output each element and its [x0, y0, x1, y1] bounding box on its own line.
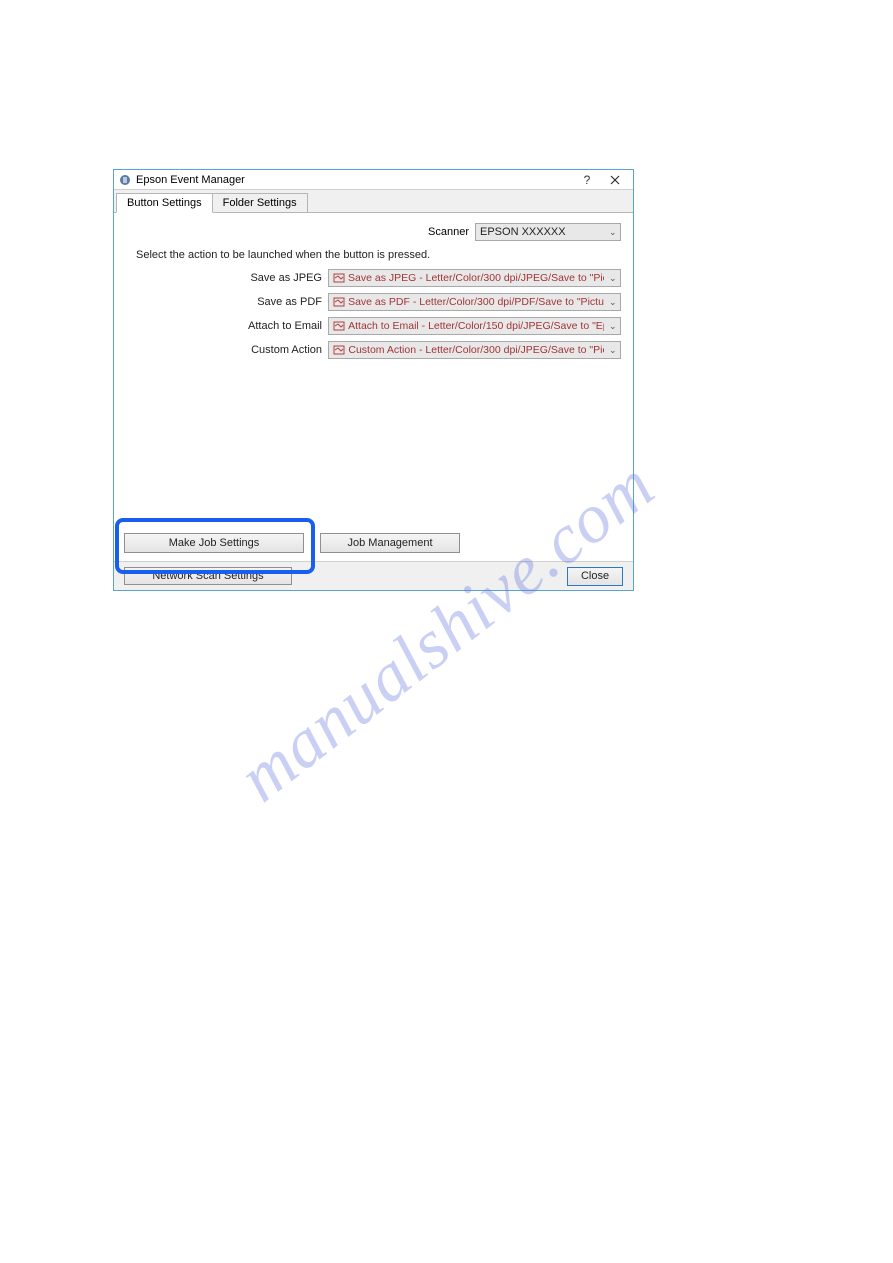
make-job-settings-button[interactable]: Make Job Settings — [124, 533, 304, 553]
event-manager-window: Epson Event Manager ? Button Settings Fo… — [113, 169, 634, 591]
window-title: Epson Event Manager — [136, 174, 573, 186]
dropdown-save-as-jpeg[interactable]: Save as JPEG - Letter/Color/300 dpi/JPEG… — [328, 269, 621, 287]
value-save-as-pdf: Save as PDF - Letter/Color/300 dpi/PDF/S… — [348, 296, 604, 308]
scan-icon — [333, 272, 345, 284]
job-management-button[interactable]: Job Management — [320, 533, 460, 553]
scan-icon — [333, 296, 345, 308]
scan-icon — [333, 344, 345, 356]
close-window-button[interactable] — [601, 171, 629, 189]
dropdown-save-as-pdf[interactable]: Save as PDF - Letter/Color/300 dpi/PDF/S… — [328, 293, 621, 311]
tab-folder-settings[interactable]: Folder Settings — [213, 193, 308, 213]
window-footer: Network Scan Settings Close — [114, 561, 633, 590]
dropdown-attach-to-email[interactable]: Attach to Email - Letter/Color/150 dpi/J… — [328, 317, 621, 335]
tab-bar: Button Settings Folder Settings — [114, 190, 633, 212]
label-attach-to-email: Attach to Email — [128, 320, 328, 332]
value-save-as-jpeg: Save as JPEG - Letter/Color/300 dpi/JPEG… — [348, 272, 604, 284]
scanner-row: Scanner EPSON XXXXXX ⌄ — [126, 223, 621, 241]
scanner-value: EPSON XXXXXX — [480, 226, 566, 238]
chevron-down-icon: ⌄ — [609, 273, 617, 281]
scan-icon — [333, 320, 345, 332]
label-save-as-jpeg: Save as JPEG — [128, 272, 328, 284]
app-icon — [118, 173, 132, 187]
value-custom-action: Custom Action - Letter/Color/300 dpi/JPE… — [348, 344, 604, 356]
row-save-as-pdf: Save as PDF Save as PDF - Letter/Color/3… — [126, 293, 621, 311]
button-area: Make Job Settings Job Management — [114, 533, 633, 561]
help-button[interactable]: ? — [573, 171, 601, 189]
button-row: Make Job Settings Job Management — [114, 533, 633, 561]
chevron-down-icon: ⌄ — [609, 345, 617, 353]
label-save-as-pdf: Save as PDF — [128, 296, 328, 308]
row-custom-action: Custom Action Custom Action - Letter/Col… — [126, 341, 621, 359]
chevron-down-icon: ⌄ — [609, 227, 617, 235]
scanner-label: Scanner — [428, 226, 469, 238]
chevron-down-icon: ⌄ — [609, 321, 617, 329]
tab-content: Scanner EPSON XXXXXX ⌄ Select the action… — [114, 212, 633, 561]
dropdown-custom-action[interactable]: Custom Action - Letter/Color/300 dpi/JPE… — [328, 341, 621, 359]
label-custom-action: Custom Action — [128, 344, 328, 356]
scanner-dropdown[interactable]: EPSON XXXXXX ⌄ — [475, 223, 621, 241]
network-scan-settings-button[interactable]: Network Scan Settings — [124, 567, 292, 585]
close-button[interactable]: Close — [567, 567, 623, 586]
instruction-text: Select the action to be launched when th… — [136, 249, 621, 261]
chevron-down-icon: ⌄ — [609, 297, 617, 305]
row-save-as-jpeg: Save as JPEG Save as JPEG - Letter/Color… — [126, 269, 621, 287]
titlebar: Epson Event Manager ? — [114, 170, 633, 190]
value-attach-to-email: Attach to Email - Letter/Color/150 dpi/J… — [348, 320, 604, 332]
tab-button-settings[interactable]: Button Settings — [116, 193, 213, 213]
row-attach-to-email: Attach to Email Attach to Email - Letter… — [126, 317, 621, 335]
